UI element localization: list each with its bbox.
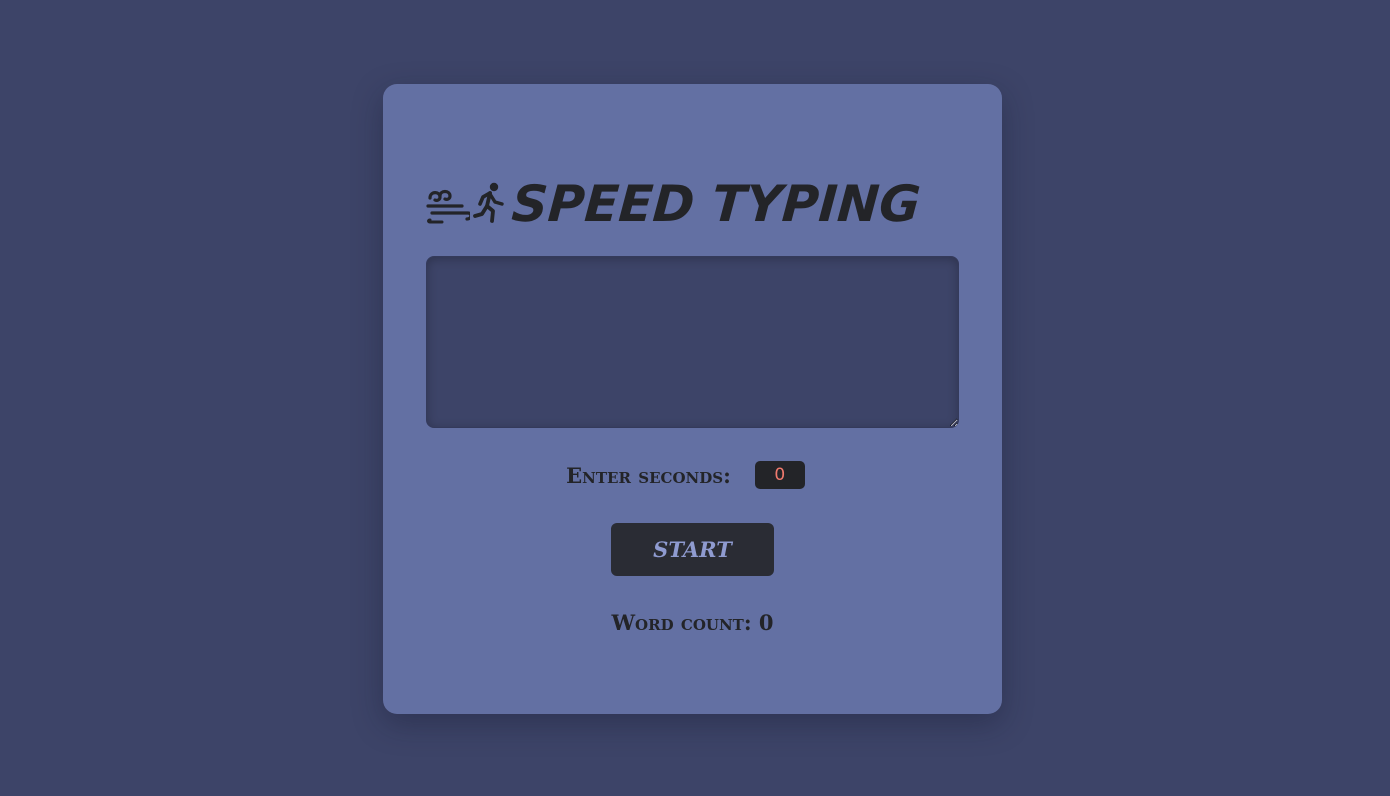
word-count-label: Word count: — [611, 610, 752, 635]
page-title: SPEED TYPING — [426, 175, 959, 233]
app-title: SPEED TYPING — [509, 175, 923, 233]
page: SPEED TYPING Enter seconds: START Word c… — [0, 0, 1390, 796]
word-count: Word count: 0 — [383, 610, 1002, 635]
title-icons — [426, 182, 508, 226]
speed-typing-card: SPEED TYPING Enter seconds: START Word c… — [383, 84, 1002, 714]
word-count-value: 0 — [758, 610, 774, 635]
seconds-label: Enter seconds: — [566, 462, 731, 488]
seconds-row: Enter seconds: — [383, 460, 1002, 490]
runner-icon — [472, 182, 508, 226]
wind-icon — [426, 184, 470, 224]
start-button[interactable]: START — [611, 523, 774, 576]
typing-textarea[interactable] — [426, 256, 959, 428]
seconds-input[interactable] — [754, 461, 805, 489]
